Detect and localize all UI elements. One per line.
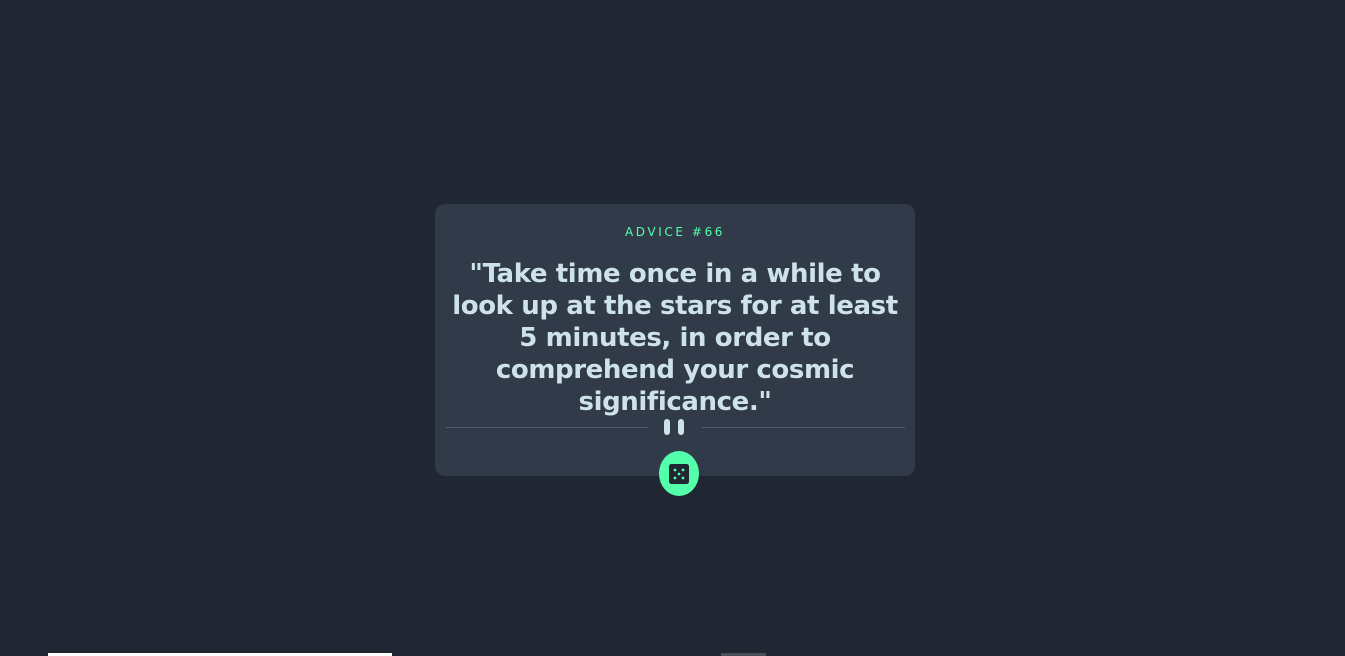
divider-line-left: [446, 427, 648, 428]
pause-icon: [664, 419, 688, 436]
pattern-divider: [446, 418, 905, 438]
dice-icon: [669, 463, 689, 484]
page-background: ADVICE #66 "Take time once in a while to…: [0, 0, 1345, 656]
advice-id-label: ADVICE #66: [624, 225, 726, 239]
advice-quote: "Take time once in a while to look up at…: [452, 259, 898, 417]
divider-line-right: [702, 427, 905, 428]
new-advice-button[interactable]: [659, 451, 699, 496]
